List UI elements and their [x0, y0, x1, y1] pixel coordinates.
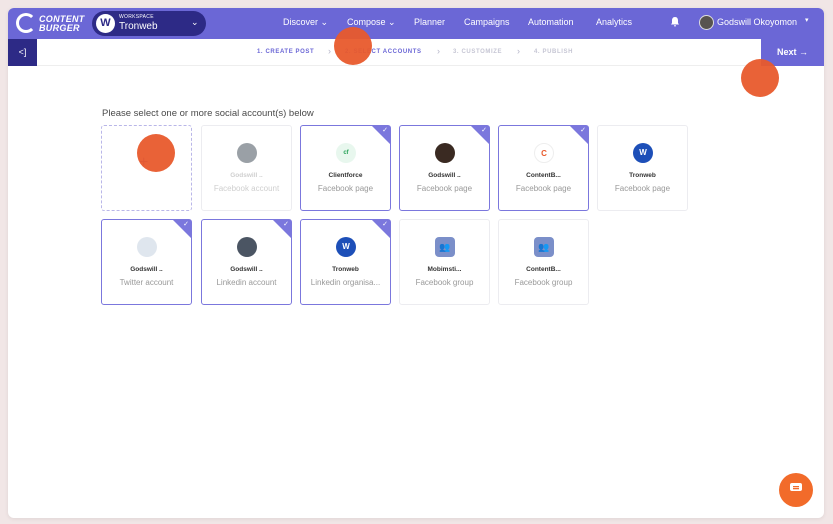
- group-icon: 👥: [534, 237, 554, 257]
- account-name: Godswill ..: [428, 172, 461, 179]
- checkmark-icon: ✓: [283, 221, 289, 228]
- select-accounts-prompt: Please select one or more social account…: [102, 108, 314, 119]
- workspace-label: WORKSPACE: [119, 14, 154, 20]
- account-name: Tronweb: [629, 172, 656, 179]
- account-name: Godswill ..: [230, 172, 263, 179]
- workspace-selector[interactable]: W WORKSPACE Tronweb ⌄: [92, 11, 206, 36]
- account-type: Facebook page: [515, 184, 572, 193]
- nav-planner[interactable]: Planner: [414, 17, 445, 27]
- checkmark-icon: ✓: [580, 127, 586, 134]
- chevron-right-icon: ›: [517, 46, 520, 56]
- account-type: Facebook page: [317, 184, 374, 193]
- workspace-avatar: W: [96, 14, 115, 33]
- workspace-name: Tronweb: [119, 21, 158, 32]
- user-menu-caret[interactable]: ▾: [805, 16, 809, 24]
- checkmark-icon: ✓: [382, 127, 388, 134]
- checkmark-icon: ✓: [183, 221, 189, 228]
- account-card[interactable]: Godswill .. Facebook account: [201, 125, 292, 211]
- nav-discover[interactable]: Discover ⌄: [283, 17, 328, 28]
- step-customize: 3. CUSTOMIZE: [453, 49, 503, 55]
- chat-icon[interactable]: [779, 473, 813, 507]
- account-type: Facebook account: [213, 184, 280, 193]
- nav-analytics[interactable]: Analytics: [596, 17, 632, 27]
- account-card[interactable]: ✓ C ContentB... Facebook page: [498, 125, 589, 211]
- avatar: W: [633, 143, 653, 163]
- account-card[interactable]: ✓ Godswill .. Twitter account: [101, 219, 192, 305]
- account-name: Tronweb: [332, 266, 359, 273]
- chevron-down-icon: ⌄: [191, 17, 199, 27]
- avatar: [237, 143, 257, 163]
- avatar: C: [534, 143, 554, 163]
- account-name: Mobimsti...: [427, 266, 462, 273]
- avatar: [435, 143, 455, 163]
- account-name: ContentB...: [526, 266, 561, 273]
- account-name: ContentB...: [526, 172, 561, 179]
- bell-icon[interactable]: [670, 16, 680, 30]
- account-card[interactable]: W Tronweb Facebook page: [597, 125, 688, 211]
- account-card[interactable]: ✓ Godswill .. Facebook page: [399, 125, 490, 211]
- checkmark-icon: ✓: [382, 221, 388, 228]
- highlight-marker: [334, 27, 372, 65]
- account-card[interactable]: ✓ Godswill .. Linkedin account: [201, 219, 292, 305]
- user-name[interactable]: Godswill Okoyomon: [717, 17, 797, 27]
- account-type: Linkedin organisa...: [310, 278, 381, 287]
- account-type: Facebook page: [614, 184, 671, 193]
- avatar: W: [336, 237, 356, 257]
- nav-automation[interactable]: Automation: [528, 17, 574, 27]
- highlight-marker: [137, 134, 175, 172]
- chevron-right-icon: ›: [437, 46, 440, 56]
- account-type: Linkedin account: [216, 278, 277, 287]
- avatar[interactable]: [699, 15, 714, 30]
- top-navbar: CONTENT BURGER W WORKSPACE Tronweb ⌄ Dis…: [8, 8, 824, 39]
- account-card[interactable]: 👥 ContentB... Facebook group: [498, 219, 589, 305]
- account-type: Facebook group: [514, 278, 573, 287]
- logo[interactable]: CONTENT BURGER: [16, 12, 96, 36]
- account-name: Godswill ..: [230, 266, 263, 273]
- back-button[interactable]: <]: [8, 39, 37, 66]
- account-card[interactable]: 👥 Mobimsti... Facebook group: [399, 219, 490, 305]
- step-publish: 4. PUBLISH: [534, 49, 574, 55]
- account-name: Godswill ..: [130, 266, 163, 273]
- chevron-right-icon: ›: [328, 46, 331, 56]
- app-window: CONTENT BURGER W WORKSPACE Tronweb ⌄ Dis…: [8, 8, 824, 518]
- logo-mark-icon: [16, 13, 36, 33]
- nav-campaigns[interactable]: Campaigns: [464, 17, 510, 27]
- stepper-bar: <] 1. CREATE POST › 2. SELECT ACCOUNTS ›…: [8, 39, 824, 66]
- avatar: [137, 237, 157, 257]
- account-type: Twitter account: [119, 278, 174, 287]
- account-card[interactable]: ✓ cf Clientforce Facebook page: [300, 125, 391, 211]
- account-card[interactable]: ✓ W Tronweb Linkedin organisa...: [300, 219, 391, 305]
- account-type: Facebook group: [415, 278, 474, 287]
- account-name: Clientforce: [328, 172, 363, 179]
- highlight-marker: [741, 59, 779, 97]
- checkmark-icon: ✓: [481, 127, 487, 134]
- avatar: [237, 237, 257, 257]
- account-type: Facebook page: [416, 184, 473, 193]
- step-create-post[interactable]: 1. CREATE POST: [257, 49, 314, 55]
- group-icon: 👥: [435, 237, 455, 257]
- avatar: cf: [336, 143, 356, 163]
- logo-line2: BURGER: [39, 23, 80, 33]
